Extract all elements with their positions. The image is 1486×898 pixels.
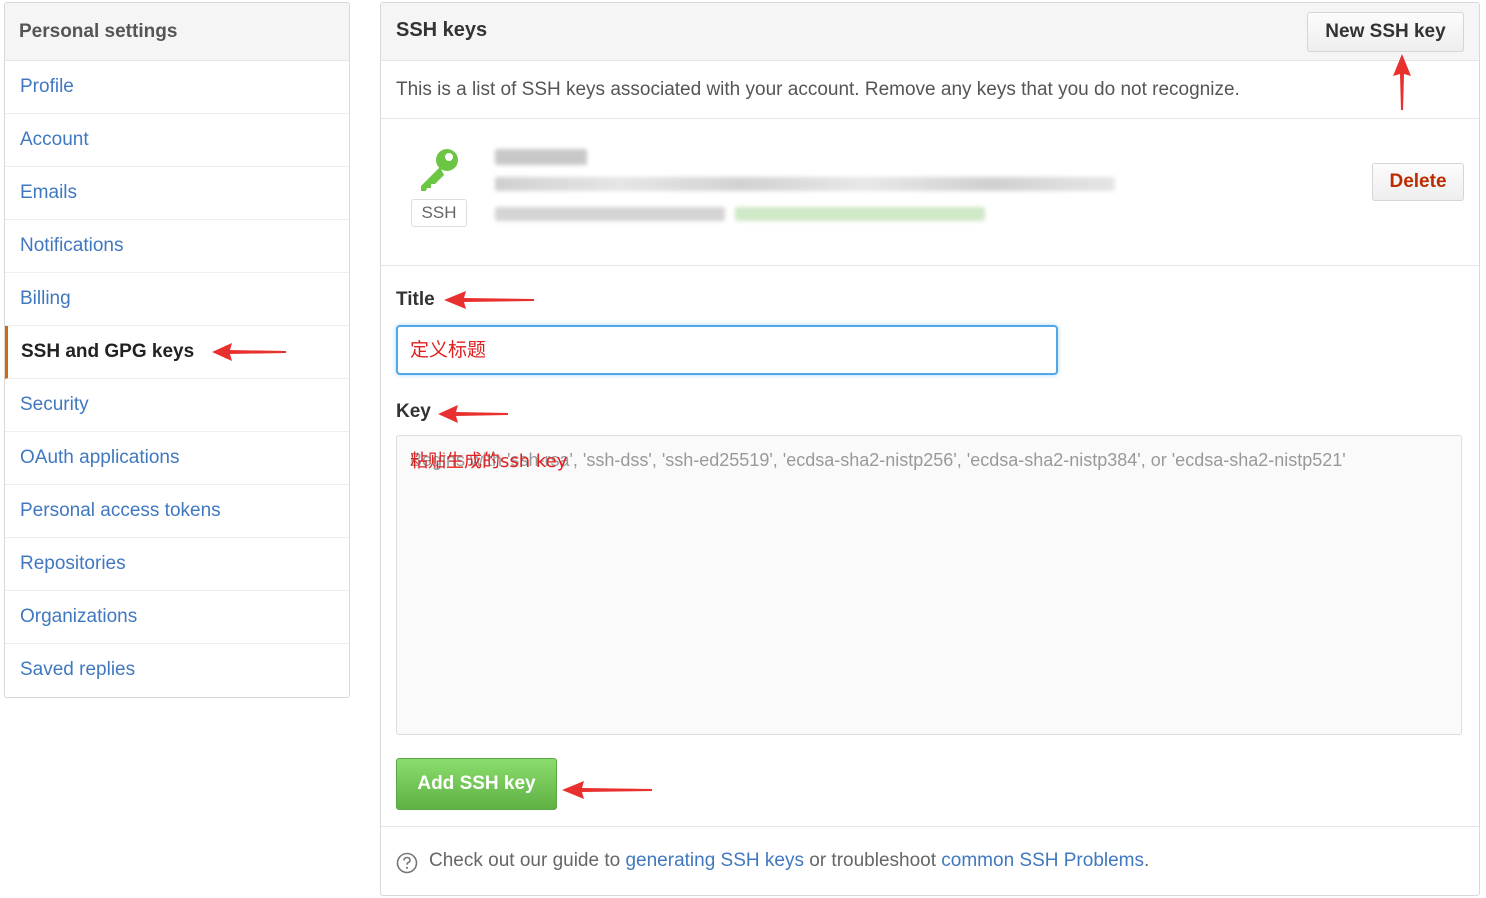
key-label: Key xyxy=(396,401,431,422)
title-label: Title xyxy=(396,289,435,310)
panel-description: This is a list of SSH keys associated wi… xyxy=(381,61,1479,119)
sidebar-item-organizations[interactable]: Organizations xyxy=(5,591,349,644)
key-icon xyxy=(421,149,458,191)
add-ssh-key-button[interactable]: Add SSH key xyxy=(396,758,557,810)
sidebar-item-oauth-applications[interactable]: OAuth applications xyxy=(5,432,349,485)
ssh-badge: SSH xyxy=(411,199,467,227)
common-ssh-problems-link[interactable]: common SSH Problems xyxy=(941,850,1144,871)
title-input[interactable]: 定义标题 xyxy=(396,325,1058,375)
sidebar-item-profile[interactable]: Profile xyxy=(5,61,349,114)
add-ssh-key-form: Title 定义标题 Key Begins with 'ssh-rsa', 's… xyxy=(381,266,1479,826)
sidebar-item-security[interactable]: Security xyxy=(5,379,349,432)
help-footer: Check out our guide to generating SSH ke… xyxy=(381,826,1479,896)
help-text-middle: or troubleshoot xyxy=(803,850,942,871)
help-text-suffix: . xyxy=(1144,850,1150,871)
annotation-arrow-add-button xyxy=(562,781,652,799)
settings-sidebar: Personal settings Profile Account Emails… xyxy=(4,2,350,698)
help-text-prefix: Check out our guide to xyxy=(429,850,626,871)
new-ssh-key-button[interactable]: New SSH key xyxy=(1307,12,1464,52)
key-textarea[interactable]: Begins with 'ssh-rsa', 'ssh-dss', 'ssh-e… xyxy=(396,435,1462,735)
sidebar-item-account[interactable]: Account xyxy=(5,114,349,167)
sidebar-item-notifications[interactable]: Notifications xyxy=(5,220,349,273)
page-title: SSH keys xyxy=(396,19,488,41)
sidebar-item-repositories[interactable]: Repositories xyxy=(5,538,349,591)
annotation-arrow-title xyxy=(444,291,534,309)
delete-key-button[interactable]: Delete xyxy=(1372,163,1464,201)
key-annotation-text: 粘贴生成的ssh key xyxy=(410,451,568,472)
ssh-key-item: SSH Delete xyxy=(381,119,1479,266)
sidebar-item-personal-access-tokens[interactable]: Personal access tokens xyxy=(5,485,349,538)
annotation-arrow-sidebar xyxy=(212,343,286,361)
sidebar-item-ssh-gpg-keys[interactable]: SSH and GPG keys xyxy=(5,326,349,379)
question-icon xyxy=(396,852,418,874)
sidebar-title: Personal settings xyxy=(5,3,349,61)
sidebar-item-emails[interactable]: Emails xyxy=(5,167,349,220)
help-text: Check out our guide to generating SSH ke… xyxy=(429,850,1149,872)
sidebar-item-billing[interactable]: Billing xyxy=(5,273,349,326)
annotation-arrow-key xyxy=(438,405,508,423)
panel-header: SSH keys New SSH key xyxy=(381,3,1479,61)
generating-ssh-keys-link[interactable]: generating SSH keys xyxy=(625,850,804,871)
sidebar-item-saved-replies[interactable]: Saved replies xyxy=(5,644,349,697)
ssh-keys-panel: SSH keys New SSH key This is a list of S… xyxy=(380,2,1480,896)
annotation-arrow-new-key xyxy=(1393,54,1411,110)
